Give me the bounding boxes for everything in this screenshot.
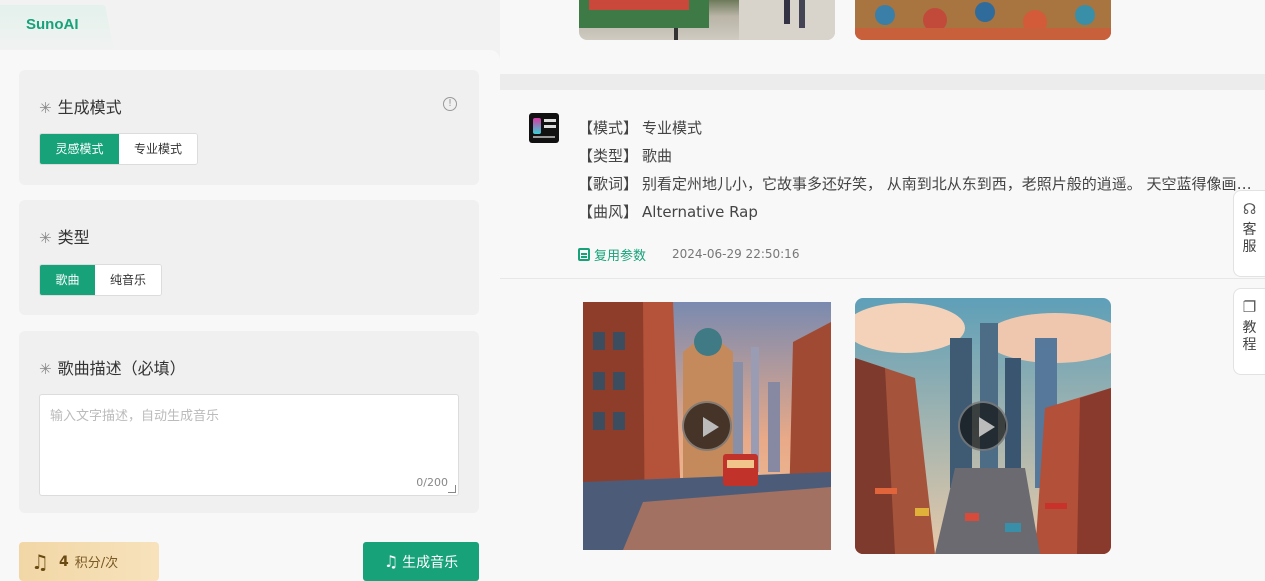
play-icon[interactable] bbox=[958, 401, 1008, 451]
record-type-value: 歌曲 bbox=[642, 147, 673, 165]
customer-service-button[interactable]: ☊ 客服 bbox=[1233, 190, 1265, 277]
previous-cover-2-art bbox=[855, 0, 1111, 40]
record-mode: 【模式】 专业模式 bbox=[578, 117, 1264, 138]
song-cover-2[interactable] bbox=[855, 298, 1111, 554]
char-counter: 0/200 bbox=[416, 476, 448, 489]
record-avatar bbox=[529, 113, 559, 143]
mode-segmented: 灵感模式 专业模式 bbox=[39, 133, 198, 165]
description-title: ✳ 歌曲描述（必填） bbox=[39, 355, 186, 379]
reuse-icon bbox=[578, 248, 590, 261]
record-mode-value: 专业模式 bbox=[642, 119, 703, 137]
record-mode-key: 【模式】 bbox=[578, 119, 639, 137]
previous-cover-2[interactable] bbox=[855, 0, 1111, 40]
music-note-icon: ♫ bbox=[383, 552, 399, 571]
record-timestamp: 2024-06-29 22:50:16 bbox=[672, 247, 800, 261]
previous-cover-1[interactable] bbox=[579, 0, 835, 40]
reuse-params-button[interactable]: 复用参数 bbox=[578, 245, 646, 264]
record-type-key: 【类型】 bbox=[578, 147, 639, 165]
type-segmented: 歌曲 纯音乐 bbox=[39, 264, 162, 296]
points-unit: 积分/次 bbox=[74, 556, 119, 571]
record-style-key: 【曲风】 bbox=[578, 203, 639, 221]
record-separator bbox=[500, 278, 1265, 279]
tutorial-label: 教程 bbox=[1242, 320, 1257, 353]
record-lyrics-value: 别看定州地儿小，它故事多还好笑， 从南到北从东到西，老照片般的逍遥。 天空蓝得像… bbox=[642, 175, 1264, 193]
mode-option-professional[interactable]: 专业模式 bbox=[119, 134, 197, 164]
description-title-text: 歌曲描述（必填） bbox=[57, 359, 186, 378]
description-box: 0/200 bbox=[39, 394, 459, 496]
tutorial-button[interactable]: ❐ 教程 bbox=[1233, 288, 1265, 375]
record-style-value: Alternative Rap bbox=[642, 203, 758, 221]
reuse-label: 复用参数 bbox=[594, 249, 647, 264]
description-input[interactable] bbox=[40, 395, 458, 495]
type-title-text: 类型 bbox=[57, 228, 90, 247]
headset-icon: ☊ bbox=[1242, 200, 1257, 218]
previous-cover-1-art bbox=[579, 0, 835, 40]
points-value: 4 bbox=[58, 553, 69, 570]
results-area: 【模式】 专业模式 【类型】 歌曲 【歌词】 别看定州地儿小，它故事多还好笑， 从南到… bbox=[500, 0, 1265, 581]
info-icon[interactable]: ! bbox=[443, 97, 457, 111]
asterisk-icon: ✳ bbox=[39, 99, 52, 117]
type-option-instrumental[interactable]: 纯音乐 bbox=[95, 265, 161, 295]
mode-title-text: 生成模式 bbox=[57, 98, 122, 117]
asterisk-icon: ✳ bbox=[39, 360, 52, 378]
record-divider bbox=[500, 74, 1265, 90]
app-tab-label: SunoAI bbox=[26, 16, 79, 33]
music-note-icon: ♫ bbox=[31, 549, 49, 574]
points-badge: ♫ 4 积分/次 bbox=[19, 542, 159, 581]
asterisk-icon: ✳ bbox=[39, 229, 52, 247]
song-cover-1[interactable] bbox=[583, 302, 831, 550]
mode-title: ✳ 生成模式 bbox=[39, 94, 122, 118]
type-card: ✳ 类型 歌曲 纯音乐 bbox=[19, 200, 479, 315]
generate-music-button[interactable]: ♫ 生成音乐 bbox=[363, 542, 479, 581]
generation-record: 【模式】 专业模式 【类型】 歌曲 【歌词】 别看定州地儿小，它故事多还好笑， 从南到… bbox=[500, 90, 1265, 581]
generate-label: 生成音乐 bbox=[402, 554, 459, 571]
record-lyrics: 【歌词】 别看定州地儿小，它故事多还好笑， 从南到北从东到西，老照片般的逍遥。 天… bbox=[578, 173, 1264, 194]
type-option-song[interactable]: 歌曲 bbox=[40, 265, 95, 295]
type-title: ✳ 类型 bbox=[39, 224, 90, 248]
mode-card: ✳ 生成模式 ! 灵感模式 专业模式 bbox=[19, 70, 479, 185]
record-style: 【曲风】 Alternative Rap bbox=[578, 201, 1264, 222]
play-icon[interactable] bbox=[682, 401, 732, 451]
description-card: ✳ 歌曲描述（必填） 0/200 bbox=[19, 331, 479, 513]
left-panel: SunoAI ✳ 生成模式 ! 灵感模式 专业模式 ✳ 类型 歌曲 纯音乐 ✳ 歌曲描… bbox=[0, 0, 500, 581]
resize-handle[interactable] bbox=[448, 485, 456, 493]
customer-service-label: 客服 bbox=[1242, 222, 1257, 255]
record-lyrics-key: 【歌词】 bbox=[578, 175, 639, 193]
record-type: 【类型】 歌曲 bbox=[578, 145, 1264, 166]
mode-option-inspiration[interactable]: 灵感模式 bbox=[40, 134, 119, 164]
book-icon: ❐ bbox=[1242, 298, 1257, 316]
